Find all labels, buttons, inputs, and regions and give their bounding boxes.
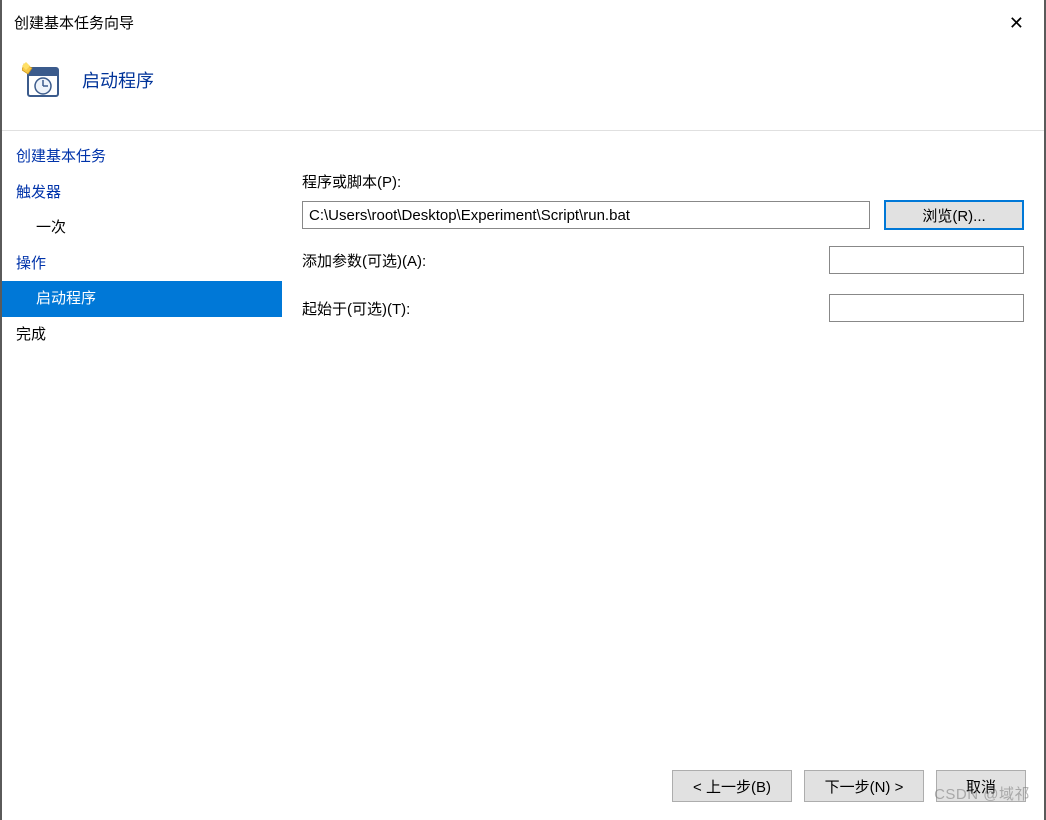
cancel-button[interactable]: 取消 [936, 770, 1026, 802]
sidebar-item-once[interactable]: 一次 [2, 210, 282, 246]
page-title: 启动程序 [82, 67, 154, 93]
program-label: 程序或脚本(P): [302, 171, 1024, 192]
arguments-label: 添加参数(可选)(A): [302, 250, 442, 271]
next-button[interactable]: 下一步(N) > [804, 770, 924, 802]
wizard-header: 启动程序 [2, 40, 1044, 130]
program-path-input[interactable] [302, 201, 870, 229]
startin-input[interactable] [829, 294, 1024, 322]
browse-button[interactable]: 浏览(R)... [884, 200, 1024, 230]
sidebar-item-finish[interactable]: 完成 [2, 317, 282, 353]
arguments-input[interactable] [829, 246, 1024, 274]
sidebar-item-trigger[interactable]: 触发器 [2, 175, 282, 211]
wizard-window: 创建基本任务向导 ✕ 启动程序 创建基本任务 触发器 一次 操作 启动程序 完成 [0, 0, 1046, 820]
close-icon[interactable]: ✕ [1003, 12, 1030, 34]
wizard-sidebar: 创建基本任务 触发器 一次 操作 启动程序 完成 [2, 131, 282, 756]
content-area: 创建基本任务 触发器 一次 操作 启动程序 完成 程序或脚本(P): 浏览(R)… [2, 130, 1044, 756]
sidebar-item-create-basic-task[interactable]: 创建基本任务 [2, 139, 282, 175]
sidebar-item-action[interactable]: 操作 [2, 246, 282, 282]
startin-row: 起始于(可选)(T): [302, 294, 1024, 322]
wizard-footer: < 上一步(B) 下一步(N) > 取消 [2, 756, 1044, 820]
program-row: 程序或脚本(P): 浏览(R)... [302, 171, 1024, 230]
arguments-row: 添加参数(可选)(A): [302, 246, 1024, 274]
titlebar: 创建基本任务向导 ✕ [2, 0, 1044, 40]
back-button[interactable]: < 上一步(B) [672, 770, 792, 802]
sidebar-item-start-program[interactable]: 启动程序 [2, 281, 282, 317]
startin-label: 起始于(可选)(T): [302, 298, 442, 319]
task-wizard-icon [22, 60, 62, 100]
main-panel: 程序或脚本(P): 浏览(R)... 添加参数(可选)(A): 起始于(可选)(… [282, 131, 1044, 756]
window-title: 创建基本任务向导 [14, 12, 134, 33]
